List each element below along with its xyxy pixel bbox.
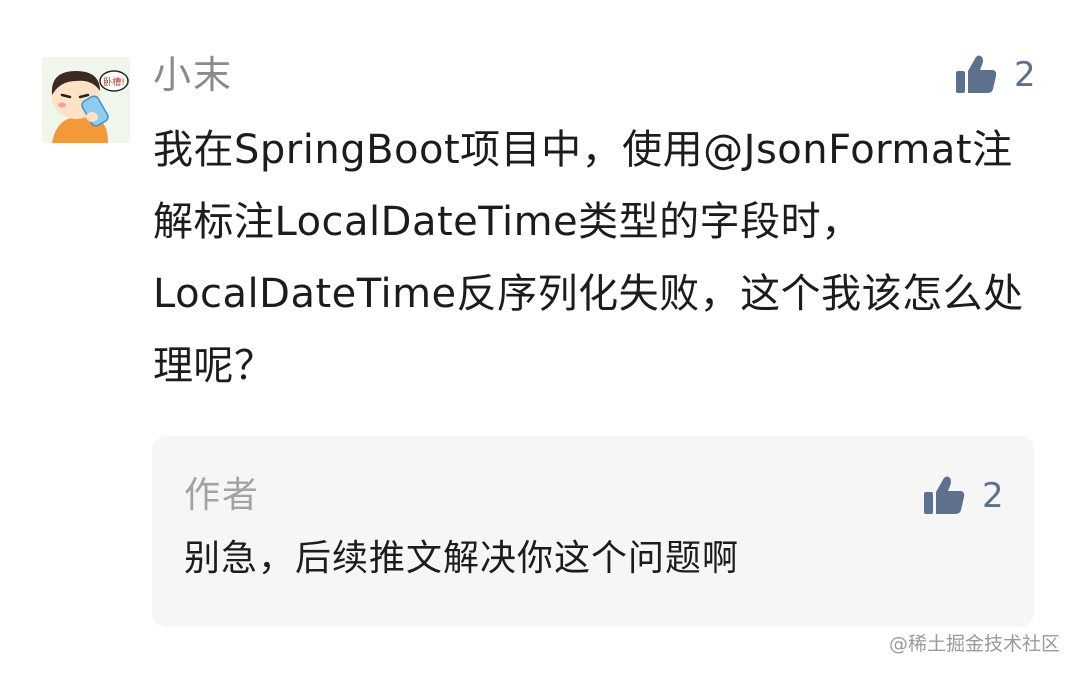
reply-author-label: 作者 [184,475,261,516]
comment-like-button[interactable]: 2 [954,52,1036,98]
thumbs-up-icon [924,476,965,514]
reply-like-count: 2 [982,476,1004,516]
comment-text: 我在SpringBoot项目中，使用@JsonFormat注解标注LocalDa… [153,127,1024,389]
avatar-cartoon-icon: 卧槽! [42,57,130,143]
thumbs-up-icon [956,55,997,93]
reply-text: 别急，后续推文解决你这个问题啊 [184,538,740,579]
comment-card: 卧槽! 小末 2 我在SpringBoot项目中，使用@JsonFormat注解… [0,0,1080,673]
svg-text:卧槽!: 卧槽! [103,76,125,88]
watermark: @稀土掘金技术社区 [888,633,1060,655]
avatar[interactable]: 卧槽! [42,57,130,143]
reply-like-button[interactable]: 2 [922,473,1004,519]
comment-username[interactable]: 小末 [153,50,233,100]
author-reply: 作者 别急，后续推文解决你这个问题啊 [152,436,1034,627]
comment-like-count: 2 [1014,55,1036,95]
